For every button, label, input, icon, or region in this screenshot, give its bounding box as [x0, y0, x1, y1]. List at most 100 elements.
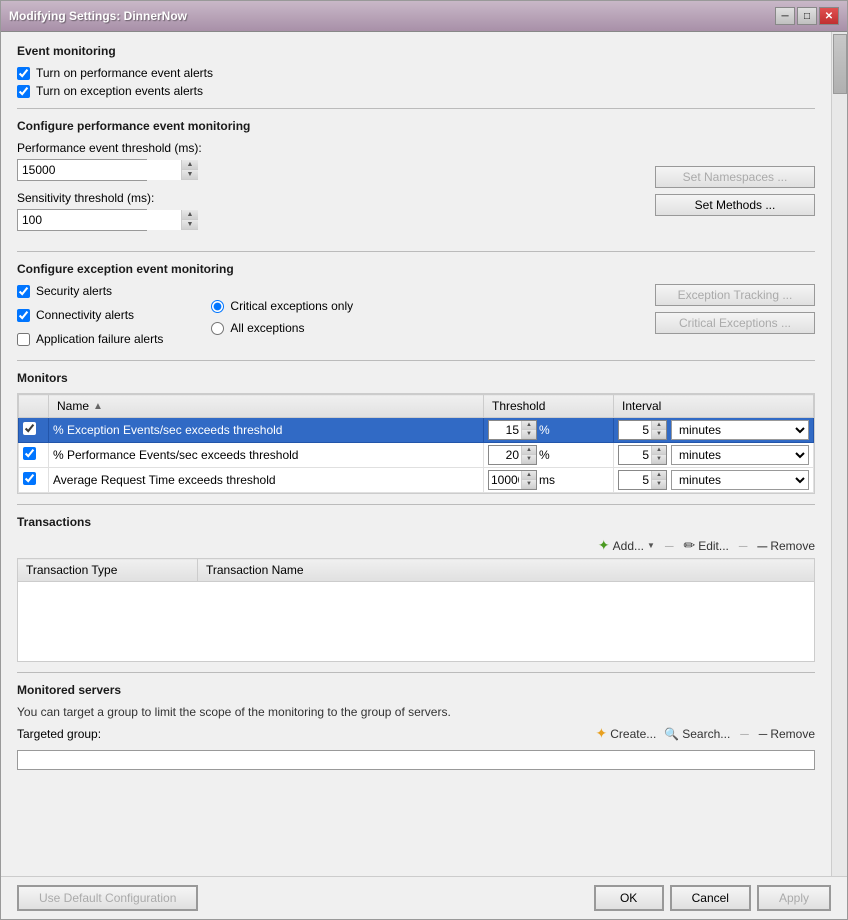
connectivity-alerts-label: Connectivity alerts: [36, 308, 134, 322]
app-failure-checkbox[interactable]: [17, 333, 30, 346]
performance-alerts-checkbox[interactable]: [17, 67, 30, 80]
table-row: [18, 602, 815, 622]
critical-only-radio[interactable]: [211, 300, 224, 313]
table-row: [18, 582, 815, 602]
row3-checkbox[interactable]: [23, 472, 36, 485]
table-row: [18, 622, 815, 642]
row2-checkbox[interactable]: [23, 447, 36, 460]
perf-threshold-down[interactable]: ▼: [182, 170, 198, 180]
apply-button[interactable]: Apply: [757, 885, 831, 911]
monitors-name-col[interactable]: Name ▲: [49, 395, 484, 418]
ok-button[interactable]: OK: [594, 885, 664, 911]
critical-exceptions-button[interactable]: Critical Exceptions ...: [655, 312, 815, 334]
row1-threshold-down[interactable]: ▼: [522, 430, 536, 439]
row1-threshold-up[interactable]: ▲: [522, 421, 536, 430]
all-exceptions-label: All exceptions: [230, 321, 304, 335]
maximize-button[interactable]: □: [797, 7, 817, 25]
monitors-thead: Name ▲ Threshold Interval: [19, 395, 814, 418]
row3-interval-down[interactable]: ▼: [652, 480, 666, 489]
close-button[interactable]: ✕: [819, 7, 839, 25]
row1-interval-spin-btns: ▲ ▼: [651, 421, 666, 439]
scrollable-content: Event monitoring Turn on performance eve…: [1, 32, 831, 876]
perf-left-col: Performance event threshold (ms): ▲ ▼ Se…: [17, 141, 639, 241]
sensitivity-input[interactable]: [18, 210, 181, 230]
table-row[interactable]: % Performance Events/sec exceeds thresho…: [19, 443, 814, 468]
cancel-button[interactable]: Cancel: [670, 885, 751, 911]
perf-threshold-up[interactable]: ▲: [182, 160, 198, 170]
monitors-tbody: % Exception Events/sec exceeds threshold…: [19, 418, 814, 493]
interval-col-label: Interval: [622, 399, 661, 413]
scrollbar[interactable]: [831, 32, 847, 876]
use-default-button[interactable]: Use Default Configuration: [17, 885, 198, 911]
row2-interval-select[interactable]: minutes hours seconds: [671, 445, 809, 465]
table-row[interactable]: % Exception Events/sec exceeds threshold…: [19, 418, 814, 443]
row1-checkbox[interactable]: [23, 422, 36, 435]
search-group-button[interactable]: 🔍 Search...: [664, 727, 730, 741]
row3-spin-btns: ▲ ▼: [521, 471, 536, 489]
row2-threshold-up[interactable]: ▲: [522, 446, 536, 455]
transactions-type-col[interactable]: Transaction Type: [18, 559, 198, 582]
create-group-button[interactable]: ✦ Create...: [596, 725, 657, 742]
name-sort: Name ▲: [57, 399, 475, 413]
add-transaction-button[interactable]: ✦ Add... ▼: [598, 537, 655, 554]
perf-monitoring-section: Configure performance event monitoring P…: [17, 119, 815, 241]
monitors-header-row: Name ▲ Threshold Interval: [19, 395, 814, 418]
targeted-group-input[interactable]: [17, 750, 815, 770]
row1-interval-up[interactable]: ▲: [652, 421, 666, 430]
remove-group-button[interactable]: ─ Remove: [759, 727, 815, 741]
name-col-label: Transaction Name: [206, 563, 304, 577]
scrollbar-thumb[interactable]: [833, 34, 847, 94]
row3-interval-up[interactable]: ▲: [652, 471, 666, 480]
row3-interval-input[interactable]: [619, 471, 651, 489]
performance-alerts-row: Turn on performance event alerts: [17, 66, 815, 80]
monitors-threshold-col[interactable]: Threshold: [484, 395, 614, 418]
exception-alerts-checkbox[interactable]: [17, 85, 30, 98]
row3-interval-select[interactable]: minutes hours seconds: [671, 470, 809, 490]
window-controls: ─ □ ✕: [775, 7, 839, 25]
all-exceptions-radio[interactable]: [211, 322, 224, 335]
toolbar-sep2: ─: [739, 539, 748, 553]
perf-monitoring-content: Performance event threshold (ms): ▲ ▼ Se…: [17, 141, 815, 241]
row3-threshold-up[interactable]: ▲: [522, 471, 536, 480]
security-alerts-checkbox[interactable]: [17, 285, 30, 298]
title-bar: Modifying Settings: DinnerNow ─ □ ✕: [1, 1, 847, 32]
monitors-section: Monitors Name ▲: [17, 371, 815, 494]
perf-threshold-input[interactable]: [18, 160, 181, 180]
sensitivity-spin-buttons: ▲ ▼: [181, 210, 198, 230]
row2-threshold-input[interactable]: [489, 446, 521, 464]
row1-interval: ▲ ▼ minutes hours seconds: [618, 420, 809, 440]
remove-group-icon: ─: [759, 727, 768, 741]
event-monitoring-title: Event monitoring: [17, 44, 815, 58]
row1-interval-select[interactable]: minutes hours seconds: [671, 420, 809, 440]
row3-threshold-input[interactable]: [489, 471, 521, 489]
row2-interval: ▲ ▼ minutes hours seconds: [618, 445, 809, 465]
minimize-button[interactable]: ─: [775, 7, 795, 25]
row2-interval-input[interactable]: [619, 446, 651, 464]
remove-transaction-button[interactable]: ─ Remove: [757, 538, 815, 554]
row2-interval-up[interactable]: ▲: [652, 446, 666, 455]
edit-transaction-button[interactable]: ✏ Edit...: [683, 537, 728, 554]
set-namespaces-button[interactable]: Set Namespaces ...: [655, 166, 815, 188]
sensitivity-down[interactable]: ▼: [182, 220, 198, 230]
monitors-container: Name ▲ Threshold Interval: [17, 393, 815, 494]
row1-interval-input[interactable]: [619, 421, 651, 439]
row2-name: % Performance Events/sec exceeds thresho…: [53, 448, 298, 462]
set-methods-button[interactable]: Set Methods ...: [655, 194, 815, 216]
event-monitoring-section: Event monitoring Turn on performance eve…: [17, 44, 815, 98]
row1-threshold: ▲ ▼ %: [488, 420, 609, 440]
targeted-group-container: Targeted group: ✦ Create... 🔍 Search... …: [17, 725, 815, 742]
row2-interval-down[interactable]: ▼: [652, 455, 666, 464]
row1-threshold-unit: %: [539, 423, 550, 437]
row1-threshold-input[interactable]: [489, 421, 521, 439]
sensitivity-up[interactable]: ▲: [182, 210, 198, 220]
table-row[interactable]: Average Request Time exceeds threshold ▲: [19, 468, 814, 493]
exception-monitoring-section: Configure exception event monitoring Sec…: [17, 262, 815, 350]
row1-threshold-spinbox: ▲ ▼: [488, 420, 537, 440]
connectivity-alerts-checkbox[interactable]: [17, 309, 30, 322]
monitors-interval-col[interactable]: Interval: [614, 395, 814, 418]
row3-threshold-down[interactable]: ▼: [522, 480, 536, 489]
exception-tracking-button[interactable]: Exception Tracking ...: [655, 284, 815, 306]
row1-interval-down[interactable]: ▼: [652, 430, 666, 439]
transactions-name-col[interactable]: Transaction Name: [198, 559, 815, 582]
row2-threshold-down[interactable]: ▼: [522, 455, 536, 464]
